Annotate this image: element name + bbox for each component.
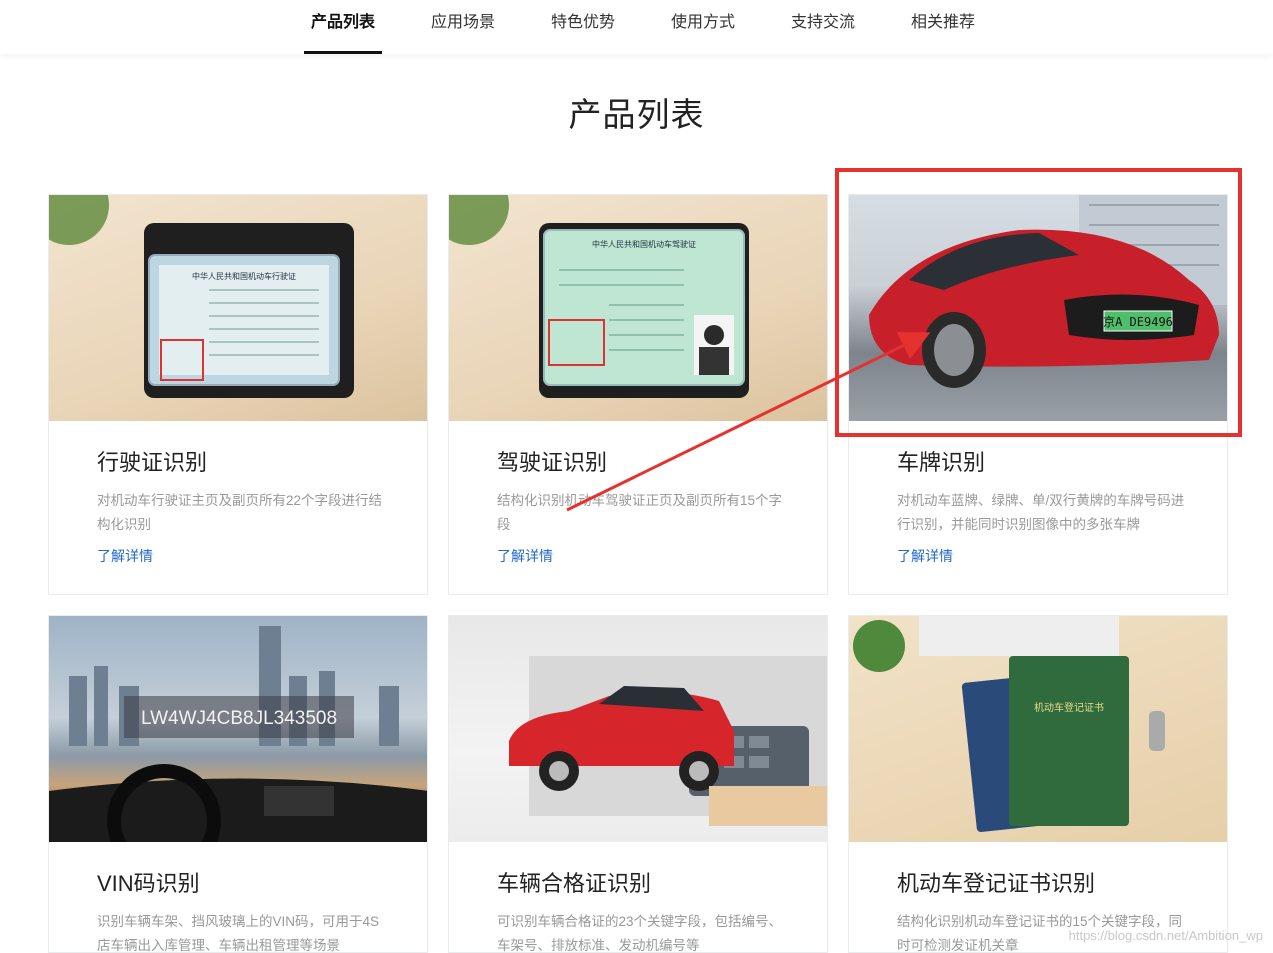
card-description: 可识别车辆合格证的23个关键字段，包括编号、车架号、排放标准、发动机编号等 <box>497 914 783 953</box>
learn-more-link[interactable]: 了解详情 <box>97 546 153 566</box>
product-card-registration[interactable]: 机动车登记证书 机动车登记证书识别 结构化识别机动车登记证书的15个关键字段，同… <box>848 615 1228 953</box>
registration-image: 机动车登记证书 <box>849 616 1227 842</box>
card-description: 对机动车蓝牌、绿牌、单/双行黄牌的车牌号码进行识别，并能同时识别图像中的多张车牌 <box>897 493 1185 532</box>
product-card-vehicle-license[interactable]: 中华人民共和国机动车行驶证 行驶证识别 对机动车行驶证主页及副页所有22个字段进… <box>48 194 428 595</box>
certificate-image <box>449 616 827 842</box>
vehicle-license-image: 中华人民共和国机动车行驶证 <box>49 195 427 421</box>
card-title: 驾驶证识别 <box>497 450 608 475</box>
tab-recommend[interactable]: 相关推荐 <box>904 0 982 54</box>
learn-more-link[interactable]: 了解详情 <box>897 546 953 566</box>
highlight-box <box>835 168 1242 437</box>
product-card-driver-license[interactable]: 中华人民共和国机动车驾驶证 驾驶证识别 结构化识别机动车驾驶证正页及副页所有15… <box>448 194 828 595</box>
vin-image: LW4WJ4CB8JL343508 <box>49 616 427 842</box>
product-card-vin[interactable]: LW4WJ4CB8JL343508 VIN码识别 识别车辆车架、挡风玻璃上的VI… <box>48 615 428 953</box>
cert-title-text: 机动车登记证书 <box>1034 701 1104 714</box>
card-title: 车牌识别 <box>897 450 986 475</box>
driver-license-image: 中华人民共和国机动车驾驶证 <box>449 195 827 421</box>
license-header-text: 中华人民共和国机动车行驶证 <box>192 271 296 281</box>
card-title: VIN码识别 <box>97 871 200 896</box>
product-card-certificate[interactable]: 车辆合格证识别 可识别车辆合格证的23个关键字段，包括编号、车架号、排放标准、发… <box>448 615 828 953</box>
tab-product-list[interactable]: 产品列表 <box>304 0 382 54</box>
card-title: 车辆合格证识别 <box>497 871 652 896</box>
top-nav: 产品列表 应用场景 特色优势 使用方式 支持交流 相关推荐 <box>0 0 1273 54</box>
watermark: https://blog.csdn.net/Ambition_wp <box>1068 928 1263 943</box>
tab-support[interactable]: 支持交流 <box>784 0 862 54</box>
card-title: 行驶证识别 <box>97 450 208 475</box>
tab-usage[interactable]: 使用方式 <box>664 0 742 54</box>
card-description: 对机动车行驶证主页及副页所有22个字段进行结构化识别 <box>97 493 383 532</box>
section-title: 产品列表 <box>568 96 705 133</box>
card-description: 结构化识别机动车驾驶证正页及副页所有15个字段 <box>497 493 783 532</box>
driver-header-text: 中华人民共和国机动车驾驶证 <box>592 239 696 249</box>
card-title: 机动车登记证书识别 <box>897 871 1096 896</box>
tab-advantages[interactable]: 特色优势 <box>544 0 622 54</box>
vin-text: LW4WJ4CB8JL343508 <box>141 708 337 729</box>
tab-scenarios[interactable]: 应用场景 <box>424 0 502 54</box>
learn-more-link[interactable]: 了解详情 <box>497 546 553 566</box>
card-description: 识别车辆车架、挡风玻璃上的VIN码，可用于4S店车辆出入库管理、车辆出租管理等场… <box>97 914 380 953</box>
